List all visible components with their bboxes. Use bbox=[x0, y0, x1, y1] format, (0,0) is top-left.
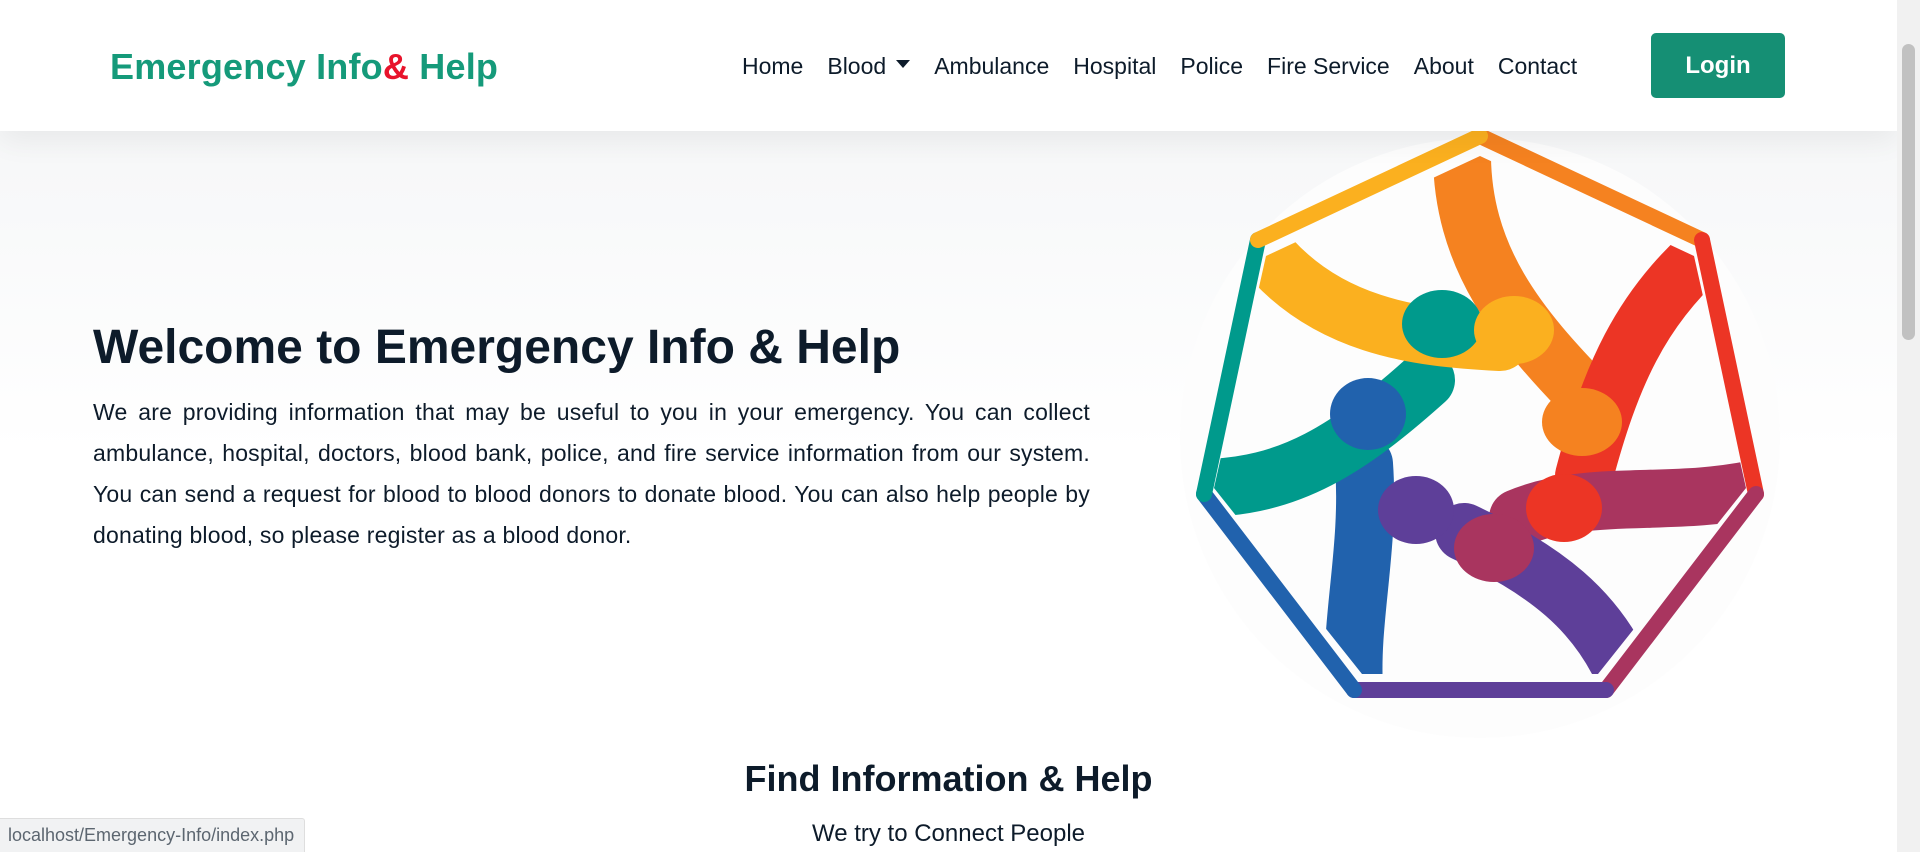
vertical-scrollbar[interactable] bbox=[1897, 0, 1920, 852]
login-button[interactable]: Login bbox=[1651, 33, 1785, 98]
nav-about[interactable]: About bbox=[1414, 53, 1474, 80]
brand-ampersand: & bbox=[382, 46, 410, 87]
nav-police[interactable]: Police bbox=[1180, 53, 1243, 80]
nav-blood-label: Blood bbox=[827, 52, 887, 79]
caret-down-icon bbox=[896, 60, 911, 68]
brand-logo[interactable]: Emergency Info& Help bbox=[110, 46, 498, 88]
hero-title: Welcome to Emergency Info & Help bbox=[93, 321, 901, 374]
connected-hands-illustration bbox=[1170, 128, 1790, 748]
scrollbar-thumb[interactable] bbox=[1902, 44, 1915, 340]
nav-ambulance[interactable]: Ambulance bbox=[934, 53, 1049, 80]
nav-menu: Home Blood Ambulance Hospital Police Fir… bbox=[742, 50, 1577, 82]
section-title: Find Information & Help bbox=[744, 758, 1153, 799]
brand-name: Emergency Info bbox=[110, 46, 383, 87]
nav-fire-service[interactable]: Fire Service bbox=[1267, 53, 1390, 80]
brand-help: Help bbox=[409, 46, 499, 87]
nav-blood-dropdown[interactable]: Blood bbox=[827, 52, 911, 80]
nav-hospital[interactable]: Hospital bbox=[1073, 53, 1156, 80]
nav-contact[interactable]: Contact bbox=[1498, 53, 1577, 80]
status-bar-url: localhost/Emergency-Info/index.php bbox=[0, 818, 306, 852]
nav-home[interactable]: Home bbox=[742, 53, 803, 80]
navbar: Emergency Info& Help Home Blood Ambulanc… bbox=[0, 0, 1897, 131]
hero-description: We are providing information that may be… bbox=[93, 399, 1090, 548]
